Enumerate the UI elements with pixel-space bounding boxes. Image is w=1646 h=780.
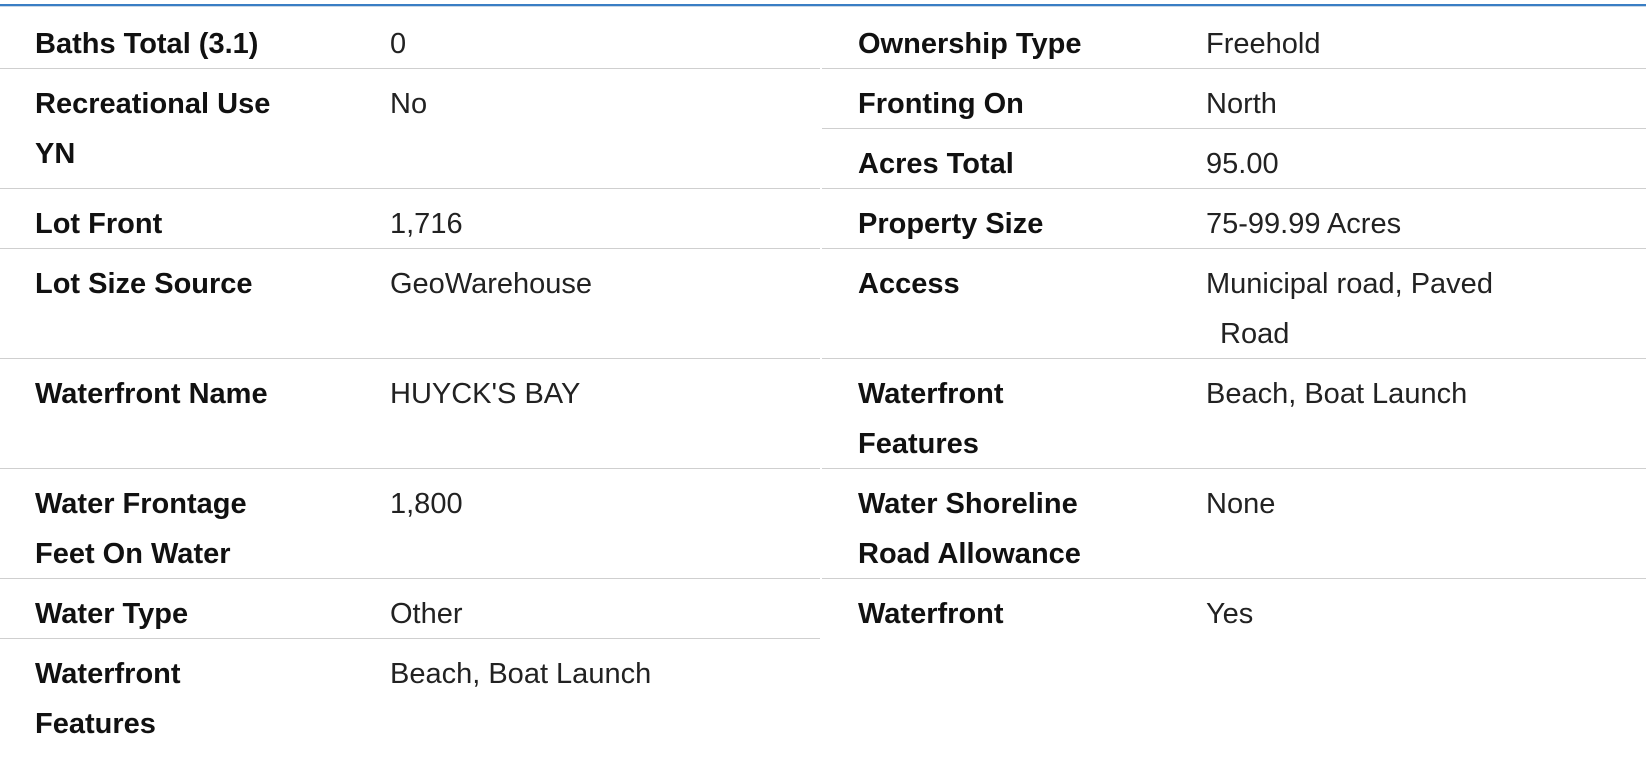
detail-row: Property Size 75-99.99 Acres xyxy=(822,189,1646,249)
detail-row: Waterfront Features Beach, Boat Launch xyxy=(0,639,820,749)
detail-row: Lot Front 1,716 xyxy=(0,189,820,249)
detail-row: Water Frontage Feet On Water 1,800 xyxy=(0,469,820,579)
detail-value: GeoWarehouse xyxy=(390,268,593,300)
detail-label: Acres Total xyxy=(858,148,1014,180)
detail-label: Property Size xyxy=(858,208,1044,240)
detail-value: Beach, Boat Launch xyxy=(390,658,652,690)
details-right-column: Ownership Type Freehold Fronting On Nort… xyxy=(822,9,1646,639)
detail-label: Waterfront Features xyxy=(858,378,1004,460)
detail-value: 1,716 xyxy=(390,208,463,240)
detail-row: Recreational Use YN No xyxy=(0,69,820,189)
detail-label: Baths Total (3.1) xyxy=(35,28,259,60)
detail-row: Waterfront Features Beach, Boat Launch xyxy=(822,359,1646,469)
detail-value: Freehold xyxy=(1206,28,1321,60)
detail-value: Yes xyxy=(1206,598,1254,630)
detail-label: Access xyxy=(858,268,960,300)
detail-value: No xyxy=(390,88,428,120)
detail-label: Waterfront Name xyxy=(35,378,268,410)
detail-value: None xyxy=(1206,488,1276,520)
details-left-column: Baths Total (3.1) 0 Recreational Use YN … xyxy=(0,9,820,749)
detail-row: Waterfront Name HUYCK'S BAY xyxy=(0,359,820,469)
detail-row: Access Municipal road, Paved Road xyxy=(822,249,1646,359)
detail-value: Other xyxy=(390,598,463,630)
top-divider xyxy=(0,4,1646,7)
detail-row: Baths Total (3.1) 0 xyxy=(0,9,820,69)
detail-row: Water Type Other xyxy=(0,579,820,639)
detail-label: Water Shoreline Road Allowance xyxy=(858,488,1081,570)
detail-label: Water Type xyxy=(35,598,189,630)
detail-row: Fronting On North xyxy=(822,69,1646,129)
detail-value: Municipal road, Paved Road xyxy=(1206,268,1493,350)
detail-value: 75-99.99 Acres xyxy=(1206,208,1402,240)
detail-label: Lot Front xyxy=(35,208,163,240)
detail-row: Water Shoreline Road Allowance None xyxy=(822,469,1646,579)
detail-label: Water Frontage Feet On Water xyxy=(35,488,247,570)
detail-value: 0 xyxy=(390,28,407,60)
detail-value: Beach, Boat Launch xyxy=(1206,378,1468,410)
detail-row: Lot Size Source GeoWarehouse xyxy=(0,249,820,359)
detail-row: Acres Total 95.00 xyxy=(822,129,1646,189)
detail-label: Waterfront Features xyxy=(35,658,181,740)
detail-label: Lot Size Source xyxy=(35,268,253,300)
detail-row: Ownership Type Freehold xyxy=(822,9,1646,69)
detail-label: Ownership Type xyxy=(858,28,1082,60)
detail-row: Waterfront Yes xyxy=(822,579,1646,639)
detail-value: 1,800 xyxy=(390,488,463,520)
detail-label: Waterfront xyxy=(858,598,1004,630)
detail-value: 95.00 xyxy=(1206,148,1279,180)
detail-label: Fronting On xyxy=(858,88,1024,120)
detail-label: Recreational Use YN xyxy=(35,88,271,170)
detail-value: North xyxy=(1206,88,1277,120)
detail-value: HUYCK'S BAY xyxy=(390,378,581,410)
